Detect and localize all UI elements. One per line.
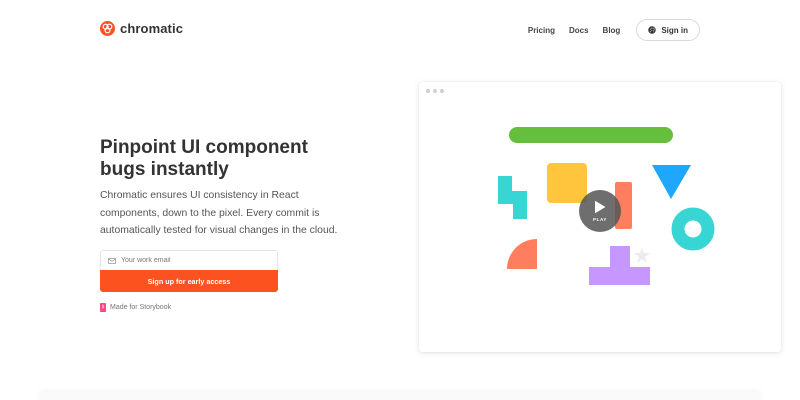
yellow-square-shape xyxy=(547,163,587,203)
teal-ring-shape xyxy=(671,207,715,251)
teal-tetromino-shape xyxy=(498,176,527,219)
play-button[interactable]: PLAY xyxy=(579,190,621,232)
star-shape xyxy=(634,247,650,263)
next-section-edge xyxy=(40,392,760,400)
illustration-shapes xyxy=(498,127,715,285)
green-bar-shape xyxy=(509,127,673,143)
play-icon xyxy=(595,200,606,214)
orange-quarter-circle-shape xyxy=(507,239,537,269)
play-label: PLAY xyxy=(593,217,607,222)
blue-triangle-shape xyxy=(652,165,691,199)
